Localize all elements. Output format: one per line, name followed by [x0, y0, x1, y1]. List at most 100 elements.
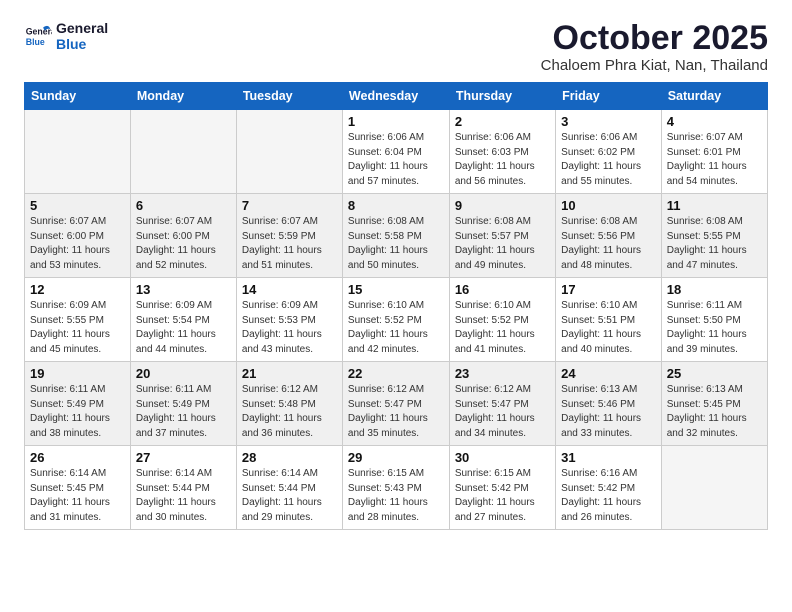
- day-info: Sunrise: 6:12 AM Sunset: 5:47 PM Dayligh…: [348, 383, 444, 441]
- weekday-header-saturday: Saturday: [661, 83, 767, 110]
- day-info: Sunrise: 6:14 AM Sunset: 5:44 PM Dayligh…: [136, 467, 231, 525]
- calendar-cell: 28Sunrise: 6:14 AM Sunset: 5:44 PM Dayli…: [236, 446, 342, 530]
- day-number: 5: [30, 198, 125, 213]
- calendar-cell: 2 Sunrise: 6:06 AM Sunset: 6:03 PM Daylig…: [449, 110, 555, 194]
- calendar-cell: 19 Sunrise: 6:11 AM Sunset: 5:49 PM Dayli…: [25, 362, 131, 446]
- calendar-week-row: 19 Sunrise: 6:11 AM Sunset: 5:49 PM Dayli…: [25, 362, 768, 446]
- day-number: 30: [455, 450, 550, 465]
- calendar-cell: 14 Sunrise: 6:09 AM Sunset: 5:53 PM Dayli…: [236, 278, 342, 362]
- logo: General Blue General Blue: [24, 20, 108, 52]
- calendar-cell: 7 Sunrise: 6:07 AM Sunset: 5:59 PM Daylig…: [236, 194, 342, 278]
- page: General Blue General Blue October 2025 C…: [0, 0, 792, 550]
- day-number: 10: [561, 198, 656, 213]
- day-number: 1: [348, 114, 444, 129]
- calendar-cell: 27 Sunrise: 6:14 AM Sunset: 5:44 PM Dayli…: [130, 446, 236, 530]
- calendar-week-row: 12 Sunrise: 6:09 AM Sunset: 5:55 PM Dayli…: [25, 278, 768, 362]
- location: Chaloem Phra Kiat, Nan, Thailand: [541, 57, 768, 74]
- day-number: 24: [561, 366, 656, 381]
- calendar-cell: 6Sunrise: 6:07 AM Sunset: 6:00 PM Daylig…: [130, 194, 236, 278]
- day-number: 28: [242, 450, 337, 465]
- weekday-header-thursday: Thursday: [449, 83, 555, 110]
- day-number: 31: [561, 450, 656, 465]
- day-number: 27: [136, 450, 231, 465]
- calendar-cell: 3 Sunrise: 6:06 AM Sunset: 6:02 PM Daylig…: [556, 110, 662, 194]
- day-info: Sunrise: 6:06 AM Sunset: 6:02 PM Dayligh…: [561, 131, 656, 189]
- day-number: 22: [348, 366, 444, 381]
- day-number: 3: [561, 114, 656, 129]
- calendar-cell: 29Sunrise: 6:15 AM Sunset: 5:43 PM Dayli…: [342, 446, 449, 530]
- day-number: 21: [242, 366, 337, 381]
- day-number: 7: [242, 198, 337, 213]
- calendar-cell: 12 Sunrise: 6:09 AM Sunset: 5:55 PM Dayli…: [25, 278, 131, 362]
- day-info: Sunrise: 6:13 AM Sunset: 5:46 PM Dayligh…: [561, 383, 656, 441]
- day-info: Sunrise: 6:12 AM Sunset: 5:48 PM Dayligh…: [242, 383, 337, 441]
- title-block: October 2025 Chaloem Phra Kiat, Nan, Tha…: [541, 20, 768, 74]
- day-number: 9: [455, 198, 550, 213]
- day-number: 6: [136, 198, 231, 213]
- calendar-cell: 26Sunrise: 6:14 AM Sunset: 5:45 PM Dayli…: [25, 446, 131, 530]
- day-info: Sunrise: 6:09 AM Sunset: 5:55 PM Dayligh…: [30, 299, 125, 357]
- day-number: 19: [30, 366, 125, 381]
- calendar-cell: 9 Sunrise: 6:08 AM Sunset: 5:57 PM Daylig…: [449, 194, 555, 278]
- logo-text-general: General: [56, 20, 108, 36]
- day-info: Sunrise: 6:06 AM Sunset: 6:03 PM Dayligh…: [455, 131, 550, 189]
- calendar-week-row: 5 Sunrise: 6:07 AM Sunset: 6:00 PM Daylig…: [25, 194, 768, 278]
- day-info: Sunrise: 6:16 AM Sunset: 5:42 PM Dayligh…: [561, 467, 656, 525]
- calendar-cell: 18Sunrise: 6:11 AM Sunset: 5:50 PM Dayli…: [661, 278, 767, 362]
- weekday-header-monday: Monday: [130, 83, 236, 110]
- day-number: 23: [455, 366, 550, 381]
- day-info: Sunrise: 6:11 AM Sunset: 5:49 PM Dayligh…: [136, 383, 231, 441]
- day-number: 18: [667, 282, 762, 297]
- day-number: 12: [30, 282, 125, 297]
- day-info: Sunrise: 6:10 AM Sunset: 5:52 PM Dayligh…: [348, 299, 444, 357]
- day-number: 17: [561, 282, 656, 297]
- calendar-cell: 16Sunrise: 6:10 AM Sunset: 5:52 PM Dayli…: [449, 278, 555, 362]
- calendar-week-row: 1 Sunrise: 6:06 AM Sunset: 6:04 PM Daylig…: [25, 110, 768, 194]
- day-info: Sunrise: 6:07 AM Sunset: 5:59 PM Dayligh…: [242, 215, 337, 273]
- calendar-table: SundayMondayTuesdayWednesdayThursdayFrid…: [24, 82, 768, 530]
- day-info: Sunrise: 6:08 AM Sunset: 5:55 PM Dayligh…: [667, 215, 762, 273]
- day-number: 20: [136, 366, 231, 381]
- logo-text-blue: Blue: [56, 36, 108, 52]
- weekday-header-sunday: Sunday: [25, 83, 131, 110]
- day-number: 29: [348, 450, 444, 465]
- calendar-cell: [130, 110, 236, 194]
- calendar-cell: [661, 446, 767, 530]
- calendar-cell: 5 Sunrise: 6:07 AM Sunset: 6:00 PM Daylig…: [25, 194, 131, 278]
- calendar-cell: 22 Sunrise: 6:12 AM Sunset: 5:47 PM Dayli…: [342, 362, 449, 446]
- weekday-header-friday: Friday: [556, 83, 662, 110]
- day-number: 11: [667, 198, 762, 213]
- day-info: Sunrise: 6:06 AM Sunset: 6:04 PM Dayligh…: [348, 131, 444, 189]
- calendar-cell: 1 Sunrise: 6:06 AM Sunset: 6:04 PM Daylig…: [342, 110, 449, 194]
- day-info: Sunrise: 6:09 AM Sunset: 5:53 PM Dayligh…: [242, 299, 337, 357]
- calendar-cell: [25, 110, 131, 194]
- day-info: Sunrise: 6:08 AM Sunset: 5:57 PM Dayligh…: [455, 215, 550, 273]
- weekday-header-tuesday: Tuesday: [236, 83, 342, 110]
- calendar-cell: 31 Sunrise: 6:16 AM Sunset: 5:42 PM Dayli…: [556, 446, 662, 530]
- calendar-cell: 15 Sunrise: 6:10 AM Sunset: 5:52 PM Dayli…: [342, 278, 449, 362]
- calendar-cell: 24 Sunrise: 6:13 AM Sunset: 5:46 PM Dayli…: [556, 362, 662, 446]
- day-number: 4: [667, 114, 762, 129]
- day-info: Sunrise: 6:10 AM Sunset: 5:51 PM Dayligh…: [561, 299, 656, 357]
- day-info: Sunrise: 6:10 AM Sunset: 5:52 PM Dayligh…: [455, 299, 550, 357]
- calendar-week-row: 26Sunrise: 6:14 AM Sunset: 5:45 PM Dayli…: [25, 446, 768, 530]
- day-number: 2: [455, 114, 550, 129]
- day-number: 15: [348, 282, 444, 297]
- day-number: 14: [242, 282, 337, 297]
- calendar-cell: 20 Sunrise: 6:11 AM Sunset: 5:49 PM Dayli…: [130, 362, 236, 446]
- header: General Blue General Blue October 2025 C…: [24, 20, 768, 74]
- calendar-cell: 8Sunrise: 6:08 AM Sunset: 5:58 PM Daylig…: [342, 194, 449, 278]
- day-info: Sunrise: 6:12 AM Sunset: 5:47 PM Dayligh…: [455, 383, 550, 441]
- day-info: Sunrise: 6:07 AM Sunset: 6:00 PM Dayligh…: [30, 215, 125, 273]
- calendar-cell: 11 Sunrise: 6:08 AM Sunset: 5:55 PM Dayli…: [661, 194, 767, 278]
- calendar-cell: 13Sunrise: 6:09 AM Sunset: 5:54 PM Dayli…: [130, 278, 236, 362]
- calendar-cell: [236, 110, 342, 194]
- logo-icon: General Blue: [24, 22, 52, 50]
- calendar-cell: 25Sunrise: 6:13 AM Sunset: 5:45 PM Dayli…: [661, 362, 767, 446]
- weekday-header-wednesday: Wednesday: [342, 83, 449, 110]
- day-info: Sunrise: 6:13 AM Sunset: 5:45 PM Dayligh…: [667, 383, 762, 441]
- day-info: Sunrise: 6:09 AM Sunset: 5:54 PM Dayligh…: [136, 299, 231, 357]
- calendar-cell: 21 Sunrise: 6:12 AM Sunset: 5:48 PM Dayli…: [236, 362, 342, 446]
- day-number: 8: [348, 198, 444, 213]
- day-info: Sunrise: 6:11 AM Sunset: 5:49 PM Dayligh…: [30, 383, 125, 441]
